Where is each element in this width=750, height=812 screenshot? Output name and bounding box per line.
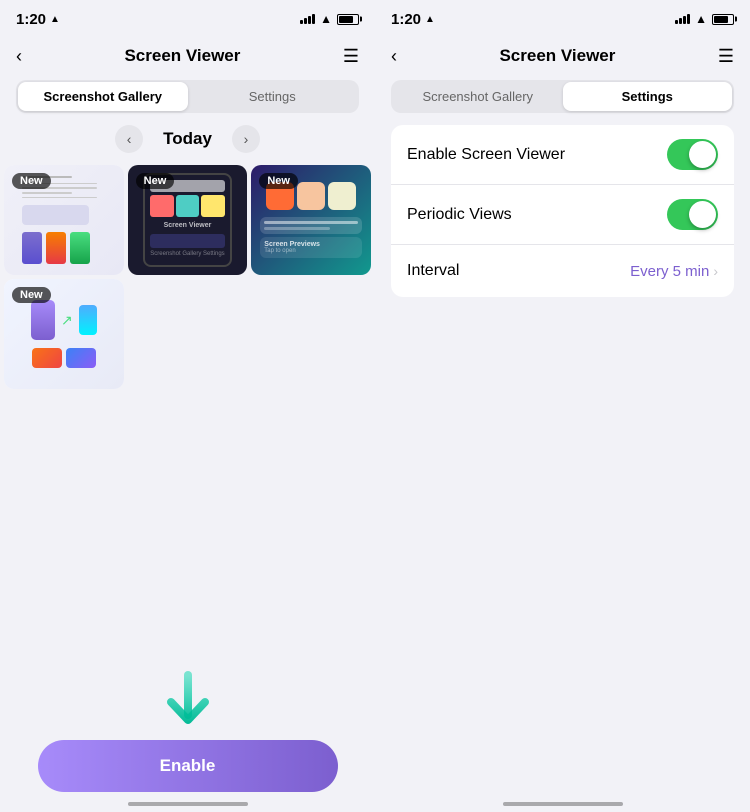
settings-row-periodic-views: Periodic Views bbox=[391, 185, 734, 245]
down-arrow-icon bbox=[163, 670, 213, 730]
toggle-knob-enable bbox=[689, 141, 716, 168]
interval-value-container: Every 5 min › bbox=[630, 263, 718, 280]
wifi-icon-left: ▲ bbox=[320, 12, 332, 26]
status-icons-right: ▲ bbox=[675, 12, 734, 26]
home-indicator-left bbox=[128, 802, 248, 806]
status-time-right: 1:20 bbox=[391, 11, 421, 28]
page-title-right: Screen Viewer bbox=[499, 46, 615, 66]
top-nav-right: ‹ Screen Viewer ☰ bbox=[375, 36, 750, 80]
signal-icon-left bbox=[300, 14, 315, 24]
interval-label: Interval bbox=[407, 262, 459, 280]
next-day-button[interactable]: › bbox=[232, 125, 260, 153]
new-badge-3: New bbox=[259, 173, 298, 189]
status-bar-right: 1:20 ▲ ▲ bbox=[375, 0, 750, 36]
enable-button[interactable]: Enable bbox=[38, 740, 338, 792]
enable-screen-viewer-label: Enable Screen Viewer bbox=[407, 146, 565, 164]
tab-gallery-left[interactable]: Screenshot Gallery bbox=[18, 82, 188, 111]
battery-icon-right bbox=[712, 14, 734, 25]
right-panel: 1:20 ▲ ▲ ‹ Screen Viewer ☰ Screenshot Ga… bbox=[375, 0, 750, 812]
gallery-item-1[interactable]: New bbox=[4, 165, 124, 275]
periodic-views-toggle[interactable] bbox=[667, 199, 718, 230]
interval-chevron: › bbox=[713, 263, 718, 279]
toggle-knob-periodic bbox=[689, 201, 716, 228]
status-icons-left: ▲ bbox=[300, 12, 359, 26]
top-nav-left: ‹ Screen Viewer ☰ bbox=[0, 36, 375, 80]
location-icon-left: ▲ bbox=[50, 14, 60, 25]
enable-screen-viewer-toggle[interactable] bbox=[667, 139, 718, 170]
gallery-item-3[interactable]: New Screen Previews Tap to open bbox=[251, 165, 371, 275]
back-button-left[interactable]: ‹ bbox=[16, 46, 22, 67]
tab-settings-left[interactable]: Settings bbox=[188, 82, 358, 111]
signal-icon-right bbox=[675, 14, 690, 24]
tab-gallery-right[interactable]: Screenshot Gallery bbox=[393, 82, 563, 111]
left-panel: 1:20 ▲ ▲ ‹ Screen Viewer ☰ Screenshot Ga… bbox=[0, 0, 375, 812]
home-indicator-right bbox=[503, 802, 623, 806]
date-nav: ‹ Today › bbox=[16, 125, 359, 153]
date-label: Today bbox=[163, 129, 212, 149]
tab-settings-right[interactable]: Settings bbox=[563, 82, 733, 111]
settings-section: Enable Screen Viewer Periodic Views Inte… bbox=[391, 125, 734, 297]
thumb-content-1 bbox=[22, 176, 106, 264]
tab-bar-left: Screenshot Gallery Settings bbox=[16, 80, 359, 113]
menu-button-right[interactable]: ☰ bbox=[718, 46, 734, 67]
gallery-item-4[interactable]: New ↗ bbox=[4, 279, 124, 389]
periodic-views-label: Periodic Views bbox=[407, 206, 512, 224]
new-badge-4: New bbox=[12, 287, 51, 303]
battery-icon-left bbox=[337, 14, 359, 25]
location-icon-right: ▲ bbox=[425, 14, 435, 25]
wifi-icon-right: ▲ bbox=[695, 12, 707, 26]
gallery-item-2[interactable]: New Screen Viewer Screenshot Gall bbox=[128, 165, 248, 275]
status-bar-left: 1:20 ▲ ▲ bbox=[0, 0, 375, 36]
settings-row-interval[interactable]: Interval Every 5 min › bbox=[391, 245, 734, 297]
bottom-area: Enable bbox=[0, 670, 375, 812]
menu-button-left[interactable]: ☰ bbox=[343, 46, 359, 67]
new-badge-2: New bbox=[136, 173, 175, 189]
new-badge-1: New bbox=[12, 173, 51, 189]
back-button-right[interactable]: ‹ bbox=[391, 46, 397, 67]
gallery-grid: New New bbox=[0, 165, 375, 389]
status-time-left: 1:20 bbox=[16, 11, 46, 28]
tab-bar-right: Screenshot Gallery Settings bbox=[391, 80, 734, 113]
prev-day-button[interactable]: ‹ bbox=[115, 125, 143, 153]
settings-row-enable-screen-viewer: Enable Screen Viewer bbox=[391, 125, 734, 185]
page-title-left: Screen Viewer bbox=[124, 46, 240, 66]
interval-value: Every 5 min bbox=[630, 263, 709, 280]
